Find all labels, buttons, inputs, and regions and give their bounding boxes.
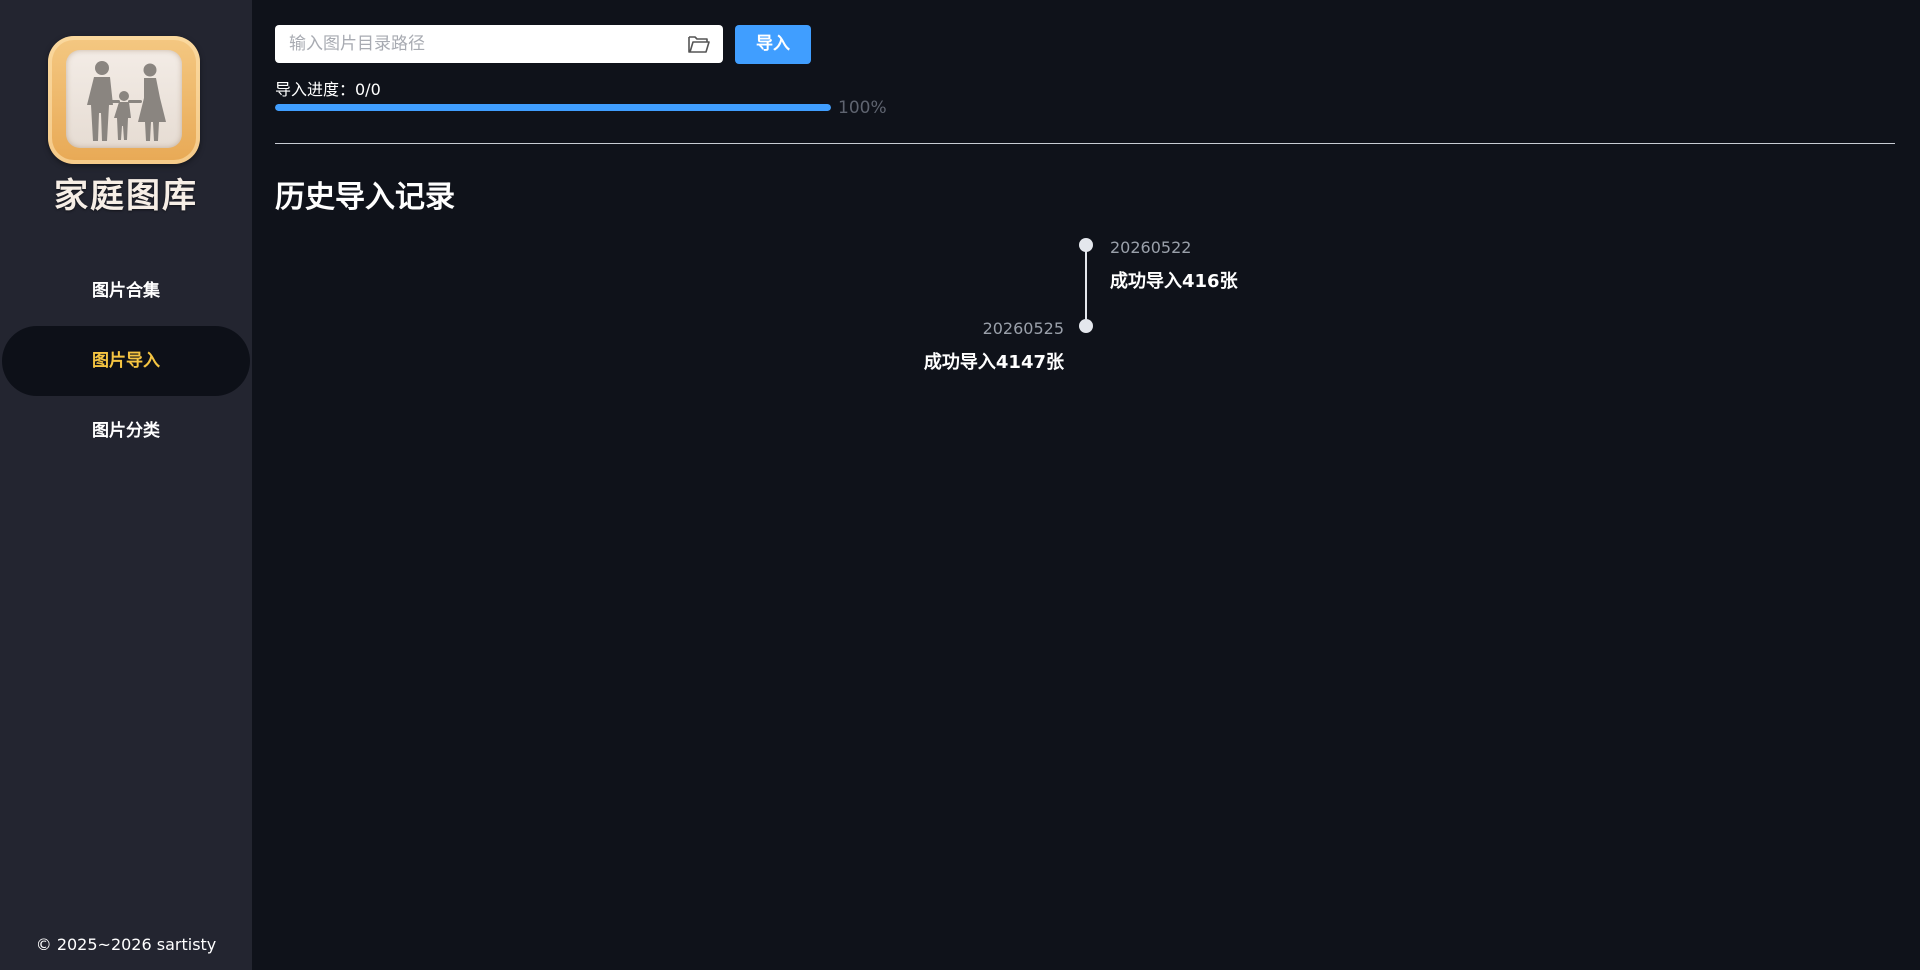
sidebar: 家庭图库 图片合集 图片导入 图片分类 © 2025~2026 sartisty [0,0,252,970]
timeline-date: 20260525 [982,319,1064,338]
timeline-line [1085,246,1087,326]
sidebar-item-classify[interactable]: 图片分类 [0,396,252,466]
main-content: 导入 导入进度：0/0 100% 历史导入记录 20260522 成功导入416… [252,0,1920,970]
timeline-date: 20260522 [1110,238,1192,257]
sidebar-item-import[interactable]: 图片导入 [2,326,250,396]
timeline-text: 成功导入4147张 [923,352,1064,373]
app-root: 家庭图库 图片合集 图片导入 图片分类 © 2025~2026 sartisty… [0,0,1920,970]
logo-text: 家庭图库 [54,176,198,216]
timeline-text: 成功导入416张 [1110,271,1238,292]
copyright: © 2025~2026 sartisty [35,935,217,954]
history-title: 历史导入记录 [275,180,455,215]
sidebar-item-collection[interactable]: 图片合集 [0,256,252,326]
logo [48,36,200,164]
timeline-dot [1079,238,1093,252]
timeline-dot [1079,319,1093,333]
family-icon [66,50,182,148]
sidebar-nav: 图片合集 图片导入 图片分类 [0,256,252,466]
import-button[interactable]: 导入 [735,25,811,64]
path-input-wrapper [275,25,723,63]
path-input[interactable] [275,25,665,63]
divider [275,143,1895,144]
progress-bar [275,104,831,111]
progress-percent: 100% [838,98,887,118]
folder-open-icon[interactable] [687,33,711,55]
progress-label: 导入进度：0/0 [275,80,381,99]
progress-fill [275,104,831,111]
